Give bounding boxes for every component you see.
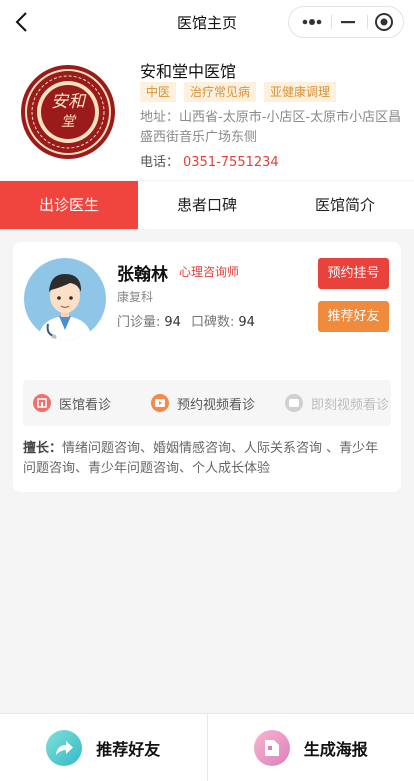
clinic-tags: 中医 治疗常见病 亚健康调理 (140, 82, 336, 102)
video-play-icon (151, 394, 169, 412)
share-arrow-icon (46, 730, 82, 766)
video-chat-icon (285, 394, 303, 412)
recommend-doctor-button[interactable]: 推荐好友 (318, 301, 389, 332)
doctor-name: 张翰林 (117, 260, 168, 285)
bottom-action-bar: 推荐好友 生成海报 (0, 713, 414, 781)
visits-label: 门诊量: (117, 315, 160, 330)
specialty-label: 擅长： (23, 441, 62, 456)
service-clinic-visit[interactable]: 医馆看诊 (33, 380, 111, 426)
svg-text:堂: 堂 (61, 114, 77, 130)
service-options: 医馆看诊 预约视频看诊 即刻视频看诊 (23, 380, 391, 426)
nav-bar: 医馆主页 (0, 0, 414, 44)
visits-count: 94 (164, 315, 181, 330)
tab-reviews[interactable]: 患者口碑 (138, 181, 276, 229)
target-icon[interactable] (365, 7, 403, 37)
service-label: 医馆看诊 (59, 394, 111, 413)
clinic-phone: 电话： 0351-7551234 (140, 151, 279, 170)
doctor-stats: 门诊量: 94 口碑数: 94 (117, 311, 255, 330)
reviews-label: 口碑数: (191, 315, 234, 330)
service-video-appointment[interactable]: 预约视频看诊 (151, 380, 255, 426)
clinic-tag: 中医 (140, 82, 176, 102)
clinic-name: 安和堂中医馆 (140, 58, 236, 82)
clinic-tag: 治疗常见病 (184, 82, 256, 102)
clinic-logo: 安和 堂 (20, 64, 116, 160)
poster-label: 生成海报 (304, 736, 368, 760)
doctor-specialty: 擅长：情绪问题咨询、婚姻情感咨询、人际关系咨询 、青少年问题咨询、青少年问题咨询… (23, 439, 383, 479)
phone-number[interactable]: 0351-7551234 (183, 155, 279, 170)
svg-text:安和: 安和 (51, 92, 87, 112)
clinic-header: 安和 堂 安和堂中医馆 中医 治疗常见病 亚健康调理 地址：山西省-太原市-小店… (0, 44, 414, 180)
doctor-card[interactable]: 张翰林 心理咨询师 康复科 门诊量: 94 口碑数: 94 预约挂号 推荐好友 医馆看… (13, 242, 401, 492)
share-label: 推荐好友 (96, 736, 160, 760)
poster-icon (254, 730, 290, 766)
service-label: 预约视频看诊 (177, 394, 255, 413)
clinic-tag: 亚健康调理 (264, 82, 336, 102)
reviews-count: 94 (238, 315, 255, 330)
minimize-icon[interactable] (329, 7, 367, 37)
tab-doctors[interactable]: 出诊医生 (0, 181, 138, 229)
clinic-visit-icon (33, 394, 51, 412)
share-friends-button[interactable]: 推荐好友 (0, 714, 207, 781)
specialty-text: 情绪问题咨询、婚姻情感咨询、人际关系咨询 、青少年问题咨询、青少年问题咨询、个人… (23, 441, 378, 476)
generate-poster-button[interactable]: 生成海报 (208, 714, 414, 781)
more-dots-icon[interactable] (293, 7, 331, 37)
book-appointment-button[interactable]: 预约挂号 (318, 258, 389, 289)
service-label: 即刻视频看诊 (311, 394, 389, 413)
tab-intro[interactable]: 医馆简介 (276, 181, 414, 229)
doctor-department: 康复科 (117, 288, 153, 305)
tab-bar: 出诊医生 患者口碑 医馆简介 (0, 181, 414, 229)
phone-label: 电话： (140, 155, 179, 170)
service-instant-video[interactable]: 即刻视频看诊 (285, 380, 389, 426)
clinic-address: 地址：山西省-太原市-小店区-太原市小店区昌盛西街音乐广场东侧 (140, 108, 402, 148)
mini-program-capsule (288, 6, 404, 38)
doctor-avatar (24, 258, 106, 340)
doctor-title: 心理咨询师 (179, 263, 239, 280)
